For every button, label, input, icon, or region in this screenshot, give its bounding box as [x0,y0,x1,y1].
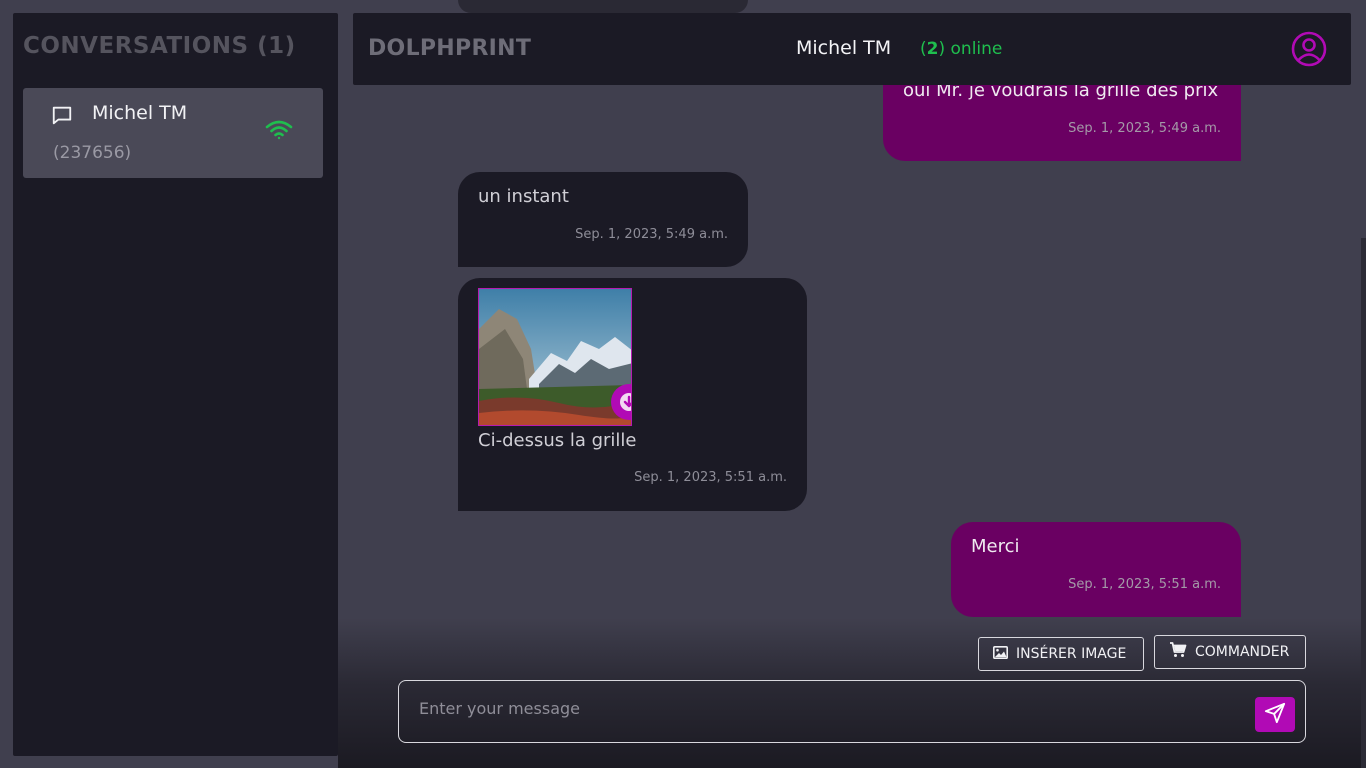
message-outgoing: Merci Sep. 1, 2023, 5:51 a.m. [951,522,1241,617]
order-button[interactable]: COMMANDER [1154,635,1306,669]
conversation-item[interactable]: Michel TM (237656) [23,88,323,178]
online-label: online [950,39,1003,59]
scrollbar[interactable] [1361,238,1366,768]
sidebar-title: CONVERSATIONS (1) [23,33,296,59]
user-circle-icon[interactable] [1291,31,1327,71]
message-text: Merci [971,536,1020,557]
online-status: (2) online [920,39,1003,59]
cart-icon [1169,642,1187,662]
chat-partner-name: Michel TM [796,37,892,59]
message-incoming: un instant Sep. 1, 2023, 5:49 a.m. [458,172,748,267]
conversations-sidebar: CONVERSATIONS (1) Michel TM (237656) [13,13,338,756]
message-incoming-image: Ci-dessus la grille Sep. 1, 2023, 5:51 a… [458,278,807,511]
message-time: Sep. 1, 2023, 5:49 a.m. [575,227,728,242]
message-input[interactable] [398,680,1306,743]
previous-message-edge [458,0,748,13]
mountain-valley-photo[interactable] [478,288,632,426]
online-count: 2 [926,39,939,59]
chat-bubble-icon [51,104,73,130]
image-icon [993,645,1008,663]
insert-image-label: INSÉRER IMAGE [1016,646,1127,662]
message-text: Ci-dessus la grille [478,430,637,451]
paper-plane-icon [1264,702,1286,728]
insert-image-button[interactable]: INSÉRER IMAGE [978,637,1144,671]
wifi-icon [265,120,293,144]
message-time: Sep. 1, 2023, 5:51 a.m. [1068,577,1221,592]
send-button[interactable] [1255,697,1295,732]
order-label: COMMANDER [1195,644,1290,660]
message-text: un instant [478,186,569,207]
conversation-name: Michel TM [92,102,188,124]
conversation-id: (237656) [53,143,132,163]
message-time: Sep. 1, 2023, 5:49 a.m. [1068,121,1221,136]
chat-header: DOLPHPRINT Michel TM (2) online [353,13,1351,85]
message-time: Sep. 1, 2023, 5:51 a.m. [634,470,787,485]
brand-logo[interactable]: DOLPHPRINT [368,36,531,61]
